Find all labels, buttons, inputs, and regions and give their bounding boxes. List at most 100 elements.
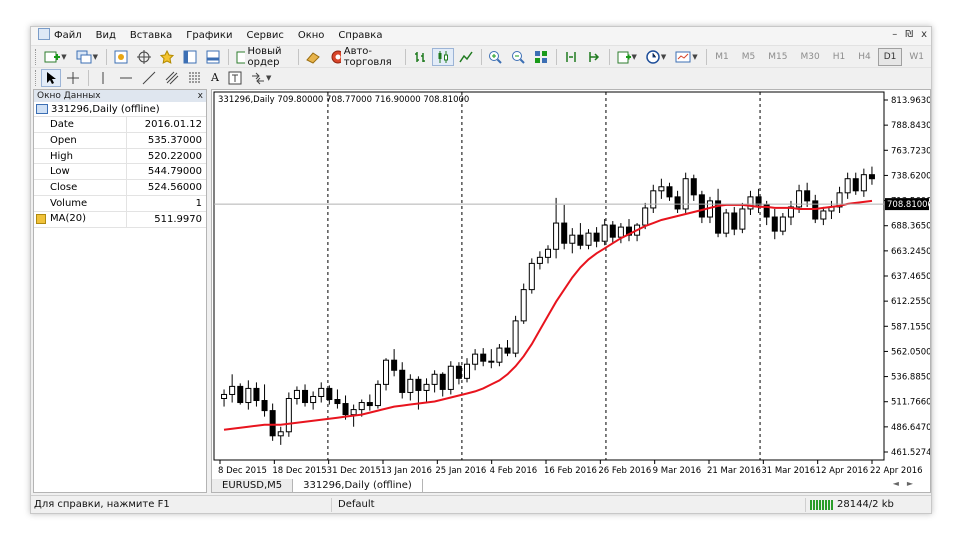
chart-shift-button[interactable] (560, 48, 582, 66)
data-window-title: Окно Данных (37, 91, 101, 101)
metaeditor-button[interactable] (301, 48, 325, 66)
tile-windows-button[interactable] (530, 48, 552, 66)
fibonacci-tool[interactable] (184, 69, 206, 87)
profiles-button[interactable]: ▼ (72, 48, 102, 66)
data-row-ma: MA(20) 511.9970 (34, 211, 206, 228)
chart-window[interactable]: 813.96300788.84300763.72300738.62000713.… (211, 89, 931, 493)
candle-body (480, 353, 487, 362)
navigator-button[interactable] (156, 48, 178, 66)
tab-331296-daily[interactable]: 331296,Daily (offline) (292, 479, 423, 493)
candle-body (804, 190, 811, 202)
candle-body (293, 389, 300, 399)
chart-header: 331296,Daily 709.80000 708.77000 716.900… (218, 95, 469, 105)
candlestick-chart-button[interactable] (431, 47, 454, 66)
timeframe-m30[interactable]: M30 (795, 48, 826, 66)
menu-file[interactable]: Файл (31, 27, 89, 45)
candle-body (310, 395, 317, 404)
timeframe-m15[interactable]: M15 (762, 48, 793, 66)
candle-body (553, 222, 560, 250)
cursor-tool[interactable] (41, 68, 61, 87)
horizontal-line-tool[interactable] (115, 69, 137, 87)
minimize-button[interactable]: – (892, 29, 897, 40)
candle-body (269, 410, 276, 437)
candle-body (868, 174, 875, 180)
horizontal-line-icon (120, 77, 132, 78)
data-row-value: 1 (195, 197, 202, 209)
vertical-line-tool[interactable] (92, 69, 114, 87)
timeframe-h1[interactable]: H1 (827, 48, 852, 66)
auto-trading-button[interactable]: Авто-торговля (326, 46, 401, 68)
candle-body (342, 403, 349, 416)
trendline-icon (142, 71, 156, 84)
menu-insert[interactable]: Вставка (123, 27, 179, 45)
trendline-tool[interactable] (138, 69, 160, 87)
periods-button[interactable]: ▼ (642, 48, 670, 66)
new-order-button[interactable]: Новый ордер (231, 46, 293, 68)
text-label-tool[interactable] (224, 69, 246, 87)
timeframe-m1[interactable]: M1 (709, 48, 735, 66)
vertical-line-icon (102, 71, 104, 84)
candle-body (464, 363, 471, 379)
data-row-label: Date (34, 117, 127, 132)
zoom-out-button[interactable] (507, 48, 529, 66)
bar-chart-button[interactable] (409, 48, 431, 66)
candle-body (852, 178, 859, 192)
status-help-text: Для справки, нажмите F1 (34, 499, 170, 510)
candle-body (261, 400, 268, 412)
menu-tools[interactable]: Сервис (239, 27, 290, 45)
status-profile[interactable]: Default (331, 497, 805, 512)
templates-button[interactable]: ▼ (671, 48, 701, 66)
channel-tool[interactable] (161, 69, 183, 87)
timeframe-m5[interactable]: M5 (736, 48, 762, 66)
candle-body (447, 365, 454, 390)
x-tick-label: 4 Feb 2016 (490, 466, 537, 476)
restore-button[interactable]: ₪ (905, 29, 913, 40)
zoom-in-button[interactable] (484, 48, 506, 66)
plot-area (213, 91, 885, 461)
tab-eurusd-m5[interactable]: EURUSD,M5 (211, 479, 294, 493)
bar-chart-icon (414, 51, 425, 62)
new-chart-button[interactable]: ▼ (40, 48, 70, 66)
autoscroll-button[interactable] (583, 48, 605, 66)
data-window: Окно Данных x 331296,Daily (offline) Dat… (33, 89, 207, 493)
timeframe-h4[interactable]: H4 (852, 48, 877, 66)
menu-charts[interactable]: Графики (179, 27, 239, 45)
indicator-icon (36, 214, 46, 225)
strategy-tester-button[interactable] (202, 48, 224, 66)
menu-view[interactable]: Вид (89, 27, 123, 45)
market-watch-button[interactable] (110, 48, 132, 66)
toolbar-separator (405, 48, 406, 65)
tab-scroll-arrows[interactable]: ◄► (893, 479, 921, 488)
text-tool[interactable]: A (207, 69, 223, 87)
auto-trading-icon (331, 50, 341, 63)
candle-body (690, 178, 697, 196)
standard-toolbar: ▼ ▼ Новый ордер Авто-торговля ▼ ▼ ▼ M1 M… (31, 45, 931, 68)
data-window-button[interactable] (133, 48, 155, 66)
chart-window-icon (36, 104, 48, 114)
candle-body (698, 194, 705, 218)
line-chart-button[interactable] (455, 48, 477, 66)
y-tick-label: 788.84300 (891, 121, 930, 131)
indicators-button[interactable]: ▼ (613, 48, 641, 66)
menu-window[interactable]: Окно (291, 27, 332, 45)
data-row-open: Open 535.37000 (34, 132, 206, 149)
arrows-tool[interactable]: ▼ (247, 69, 275, 87)
timeframe-w1[interactable]: W1 (903, 48, 930, 66)
candle-body (358, 402, 365, 411)
terminal-button[interactable] (179, 48, 201, 66)
data-window-close-button[interactable]: x (198, 90, 203, 102)
crosshair-window-icon (136, 49, 151, 64)
price-chart[interactable]: 813.96300788.84300763.72300738.62000713.… (212, 90, 930, 478)
autoscroll-icon (589, 51, 599, 62)
data-row-label: Close (34, 180, 127, 195)
close-button[interactable]: x (921, 29, 927, 40)
menu-help[interactable]: Справка (331, 27, 389, 45)
zoom-out-icon (512, 50, 526, 64)
ma-label: MA(20) (50, 213, 86, 225)
candle-body (593, 232, 600, 242)
status-bar: Для справки, нажмите F1 Default 28144/2 … (31, 495, 931, 513)
candlestick-icon (438, 50, 448, 63)
crosshair-tool[interactable] (62, 69, 84, 87)
timeframe-d1[interactable]: D1 (877, 47, 903, 66)
equidistant-channel-icon (165, 71, 179, 84)
